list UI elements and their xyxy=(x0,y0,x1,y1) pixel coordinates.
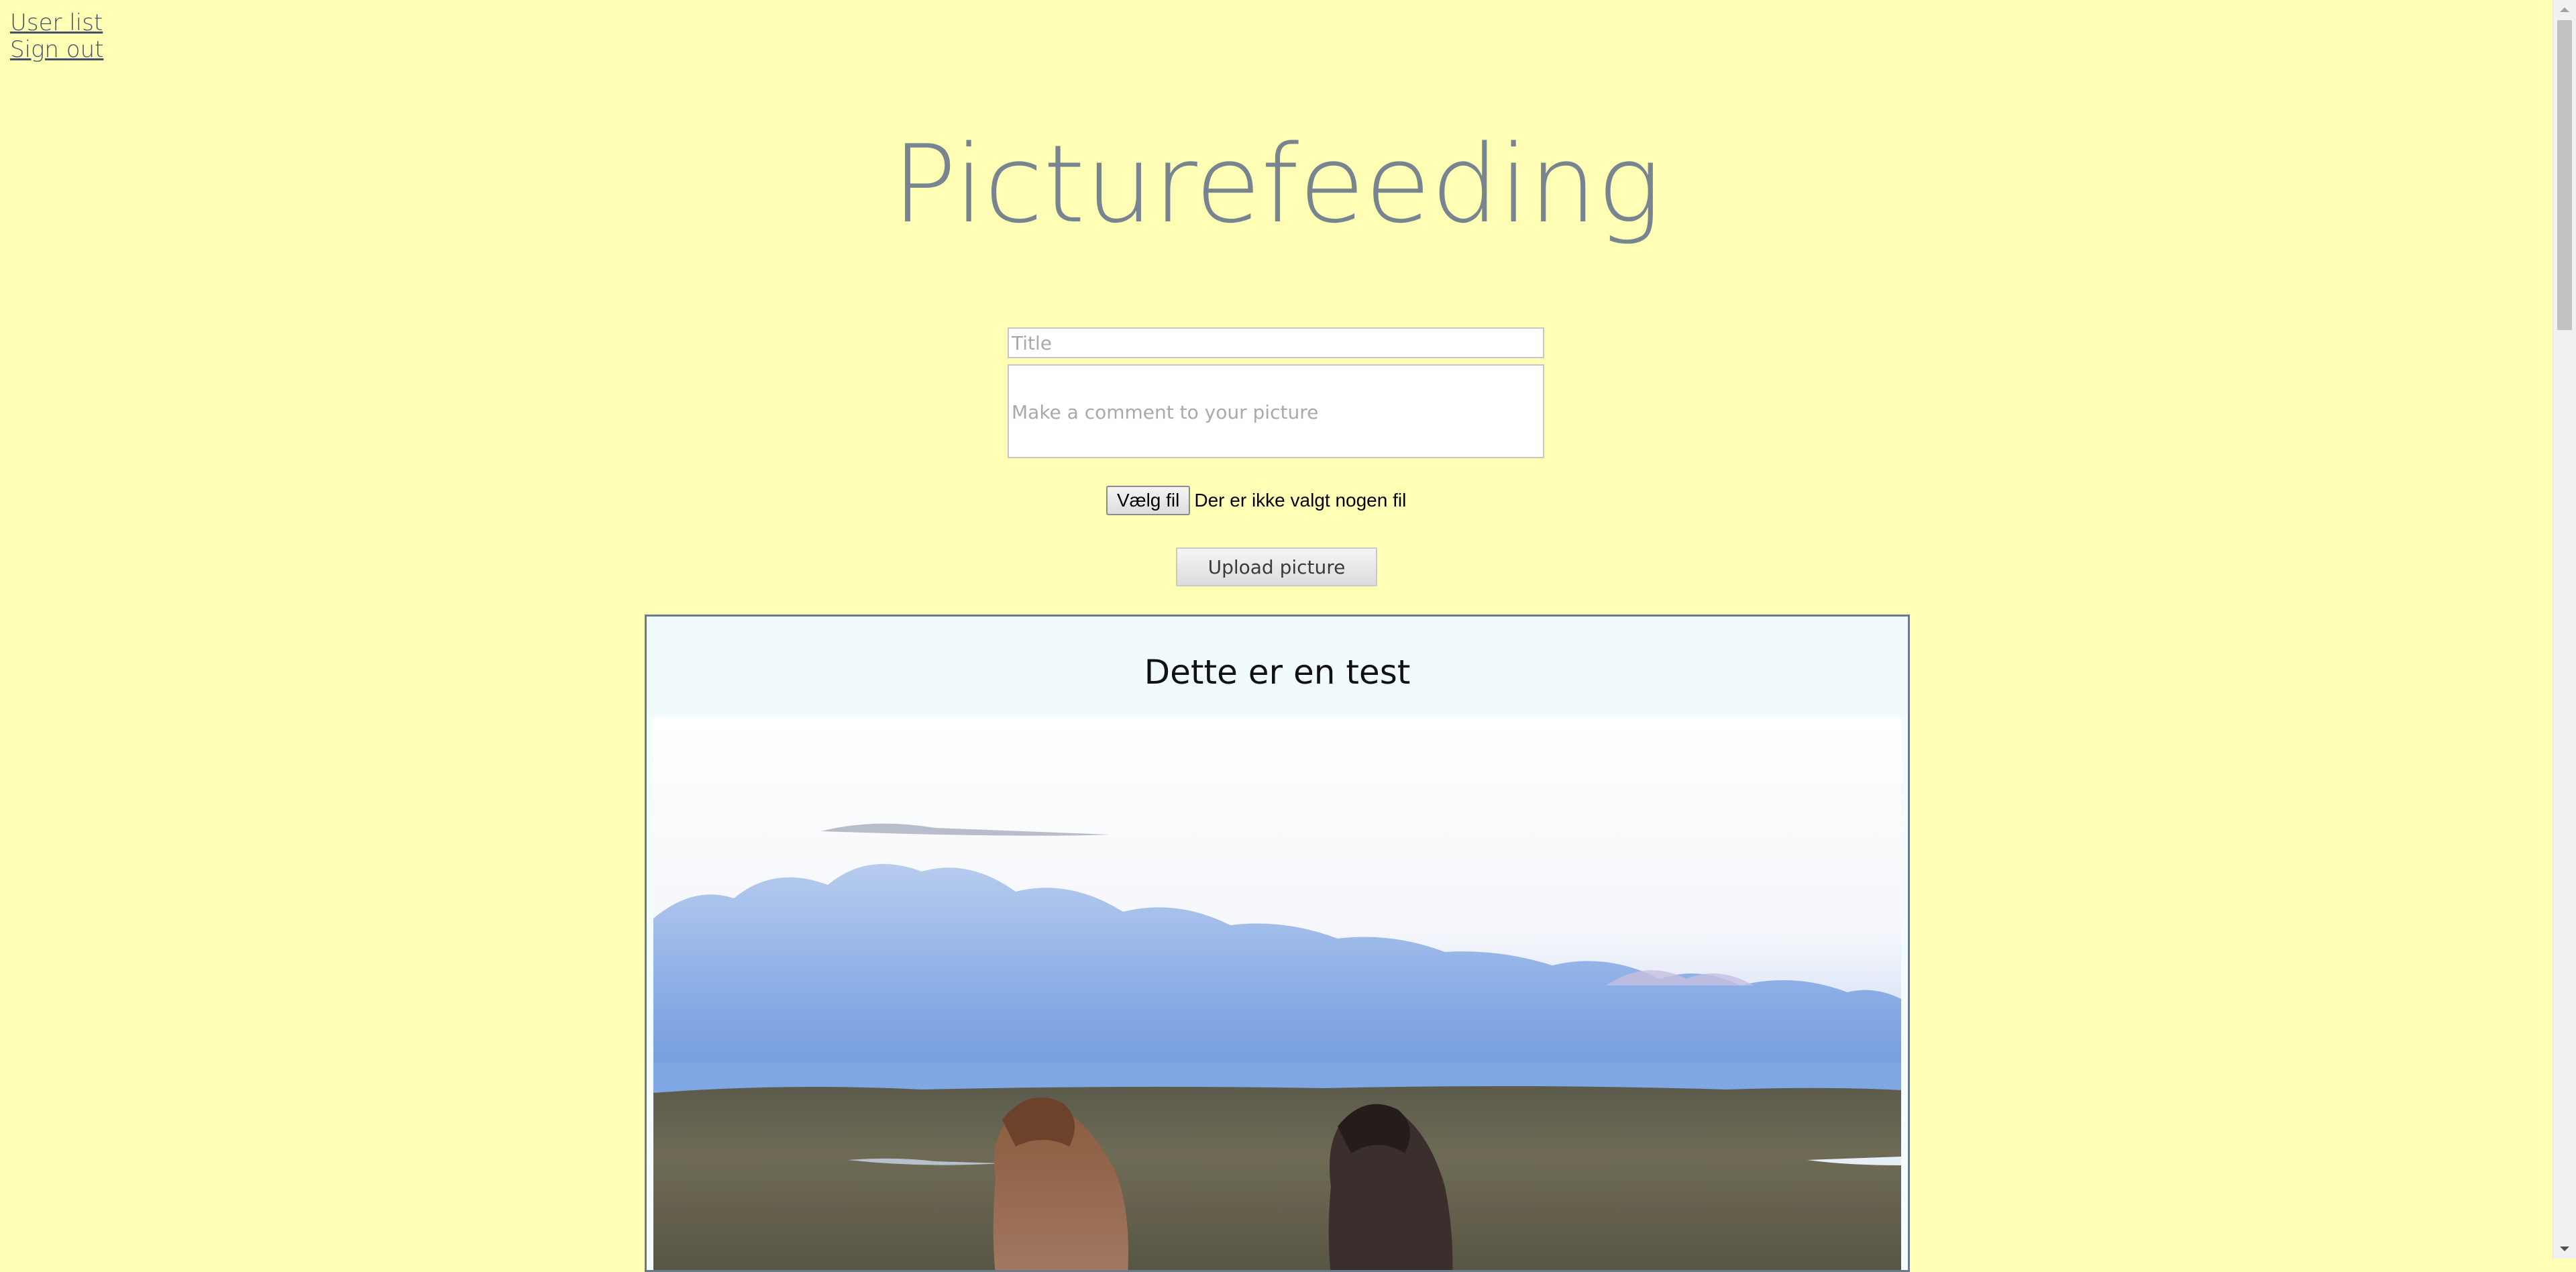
scroll-down-arrow-icon[interactable] xyxy=(2553,1240,2576,1259)
scrollbar-thumb[interactable] xyxy=(2557,20,2572,330)
vertical-scrollbar[interactable] xyxy=(2553,0,2576,1259)
top-nav: User list Sign out xyxy=(10,9,103,63)
user-list-link[interactable]: User list xyxy=(10,9,103,36)
file-picker: Vælg fil Der er ikke valgt nogen fil xyxy=(1106,486,1406,515)
page-title: Picturefeeding xyxy=(892,121,1662,247)
post-title: Dette er en test xyxy=(647,617,1908,714)
title-input[interactable] xyxy=(1008,327,1544,358)
sign-out-link[interactable]: Sign out xyxy=(10,36,103,63)
file-status-text: Der er ikke valgt nogen fil xyxy=(1194,490,1407,511)
feed-post: Dette er en test xyxy=(645,615,1910,1272)
scroll-up-arrow-icon[interactable] xyxy=(2553,0,2576,19)
choose-file-button[interactable]: Vælg fil xyxy=(1106,486,1191,515)
post-image xyxy=(653,717,1901,1270)
upload-picture-button[interactable]: Upload picture xyxy=(1176,547,1377,586)
comment-textarea[interactable] xyxy=(1008,364,1544,458)
